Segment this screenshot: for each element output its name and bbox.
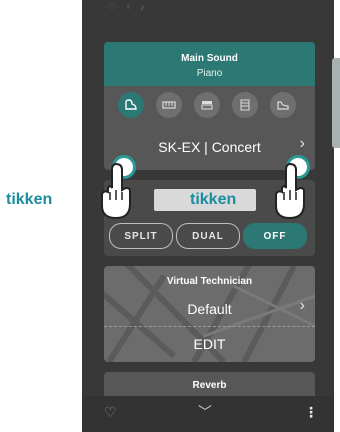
main-sound-title: Main Sound: [181, 53, 238, 64]
harpsichord-icon[interactable]: [232, 92, 258, 118]
split-button[interactable]: SPLIT: [109, 223, 173, 249]
main-sound-category: Piano: [196, 68, 223, 79]
grand-piano-icon[interactable]: [118, 92, 144, 118]
tap-instruction-left: tikken: [6, 191, 53, 208]
virtual-technician-card: Virtual Technician Default › EDIT: [104, 266, 315, 362]
heart-icon[interactable]: ♡: [104, 404, 117, 421]
off-button[interactable]: OFF: [243, 223, 307, 249]
virtual-technician-value[interactable]: Default: [104, 301, 315, 317]
chevron-right-icon[interactable]: ›: [300, 297, 305, 315]
upright-piano-icon[interactable]: [270, 92, 296, 118]
status-icons: ♡ ♮ ♪: [108, 2, 149, 12]
edit-button[interactable]: EDIT: [104, 336, 315, 352]
reverb-title: Reverb: [192, 380, 227, 391]
tap-instruction-right: tikken: [190, 191, 237, 208]
chevron-right-icon[interactable]: ›: [300, 135, 305, 153]
bottom-bar: ♡ ﹀ ⋮: [82, 396, 334, 432]
e-piano-icon[interactable]: [156, 92, 182, 118]
hand-pointer-icon: [101, 162, 131, 220]
sound-name[interactable]: SK-EX | Concert: [104, 139, 315, 155]
main-sound-header: Main Sound Piano: [104, 42, 315, 86]
organ-icon[interactable]: [194, 92, 220, 118]
dual-button[interactable]: DUAL: [176, 223, 240, 249]
divider: [104, 326, 315, 327]
more-menu-icon[interactable]: ⋮: [304, 404, 318, 421]
virtual-technician-title: Virtual Technician: [166, 276, 253, 287]
main-sound-card: Main Sound Piano SK-EX | Concert ›: [104, 42, 315, 170]
hand-pointer-icon: [275, 162, 305, 220]
next-card-edge[interactable]: [332, 58, 340, 148]
chevron-down-icon[interactable]: ﹀: [198, 402, 212, 422]
